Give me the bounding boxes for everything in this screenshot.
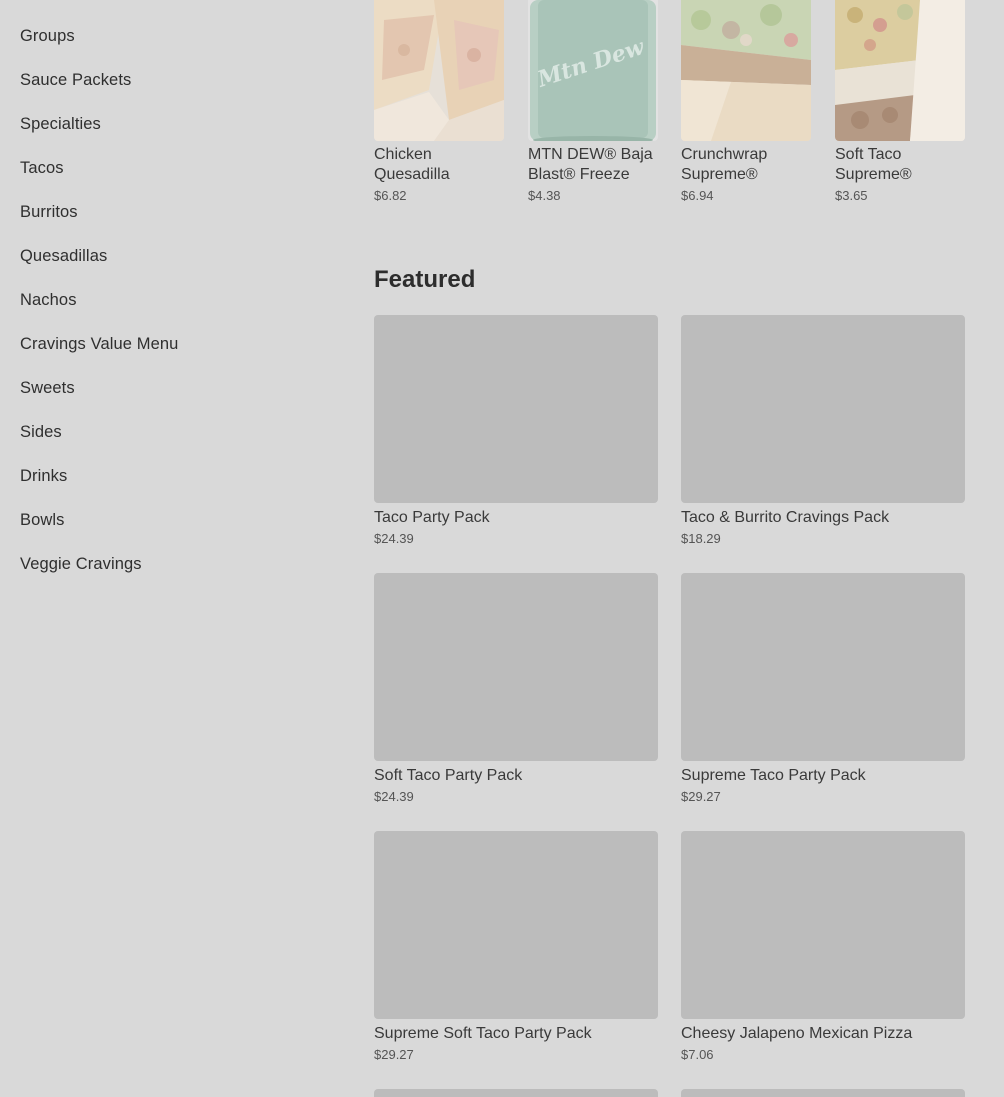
- product-name: Taco Party Pack: [374, 509, 490, 526]
- freeze-drink-image: Mtn Dew: [528, 0, 658, 141]
- product-name: Supreme Soft Taco Party Pack: [374, 1025, 592, 1042]
- product-price: $7.06: [681, 1047, 714, 1062]
- sidebar-item-specialties[interactable]: Specialties: [20, 110, 340, 154]
- sidebar-item-sauce-packets[interactable]: Sauce Packets: [20, 66, 340, 110]
- sidebar-item-cravings-value-menu[interactable]: Cravings Value Menu: [20, 330, 340, 374]
- product-card[interactable]: Supreme Soft Taco Party Pack $29.27: [374, 831, 658, 1062]
- product-name: Soft Taco Supreme®: [835, 146, 912, 183]
- sidebar-item-nachos[interactable]: Nachos: [20, 286, 340, 330]
- sidebar-item-bowls[interactable]: Bowls: [20, 506, 340, 550]
- product-image-placeholder: [374, 831, 658, 1019]
- sidebar-item-quesadillas[interactable]: Quesadillas: [20, 242, 340, 286]
- crunchwrap-image: [681, 0, 811, 141]
- product-name: Chicken Quesadilla: [374, 146, 450, 183]
- product-card-partial[interactable]: [681, 1089, 965, 1097]
- product-price: $18.29: [681, 531, 721, 546]
- quesadilla-image: [374, 0, 504, 141]
- product-card[interactable]: Soft Taco Supreme® $3.65: [835, 0, 965, 203]
- category-sidebar: Groups Sauce Packets Specialties Tacos B…: [20, 22, 340, 594]
- product-name: MTN DEW® Baja Blast® Freeze: [528, 146, 653, 183]
- product-name: Cheesy Jalapeno Mexican Pizza: [681, 1025, 913, 1042]
- menu-page: Groups Sauce Packets Specialties Tacos B…: [0, 0, 1004, 1097]
- section-title-featured: Featured: [374, 266, 476, 293]
- product-card[interactable]: Chicken Quesadilla $6.82: [374, 0, 504, 203]
- sidebar-item-sweets[interactable]: Sweets: [20, 374, 340, 418]
- product-name: Supreme Taco Party Pack: [681, 767, 866, 784]
- product-image-placeholder: [374, 315, 658, 503]
- product-price: $4.38: [528, 188, 561, 203]
- product-price: $6.82: [374, 188, 407, 203]
- product-price: $24.39: [374, 789, 414, 804]
- product-card[interactable]: Supreme Taco Party Pack $29.27: [681, 573, 965, 804]
- product-name: Crunchwrap Supreme®: [681, 146, 768, 183]
- product-name: Taco & Burrito Cravings Pack: [681, 509, 890, 526]
- product-card[interactable]: Taco Party Pack $24.39: [374, 315, 658, 546]
- product-card[interactable]: Crunchwrap Supreme® $6.94: [681, 0, 811, 203]
- product-price: $24.39: [374, 531, 414, 546]
- product-price: $29.27: [374, 1047, 414, 1062]
- product-card[interactable]: Mtn Dew MTN DEW® Baja Blast® Freeze $4.3…: [528, 0, 658, 203]
- sidebar-item-sides[interactable]: Sides: [20, 418, 340, 462]
- sidebar-item-burritos[interactable]: Burritos: [20, 198, 340, 242]
- product-card[interactable]: Soft Taco Party Pack $24.39: [374, 573, 658, 804]
- sidebar-item-groups[interactable]: Groups: [20, 22, 340, 66]
- product-price: $29.27: [681, 789, 721, 804]
- product-price: $6.94: [681, 188, 714, 203]
- product-price: $3.65: [835, 188, 868, 203]
- sidebar-item-tacos[interactable]: Tacos: [20, 154, 340, 198]
- product-card-partial[interactable]: [374, 1089, 658, 1097]
- product-card[interactable]: Cheesy Jalapeno Mexican Pizza $7.06: [681, 831, 965, 1062]
- sidebar-item-drinks[interactable]: Drinks: [20, 462, 340, 506]
- sidebar-item-veggie-cravings[interactable]: Veggie Cravings: [20, 550, 340, 594]
- product-image-placeholder: [681, 315, 965, 503]
- product-name: Soft Taco Party Pack: [374, 767, 523, 784]
- product-image-placeholder: [681, 573, 965, 761]
- product-image-placeholder: [374, 573, 658, 761]
- product-card[interactable]: Taco & Burrito Cravings Pack $18.29: [681, 315, 965, 546]
- popular-items-row: Chicken Quesadilla $6.82 Mtn Dew MTN DEW…: [374, 0, 965, 210]
- soft-taco-image: [835, 0, 965, 141]
- product-image-placeholder: [681, 831, 965, 1019]
